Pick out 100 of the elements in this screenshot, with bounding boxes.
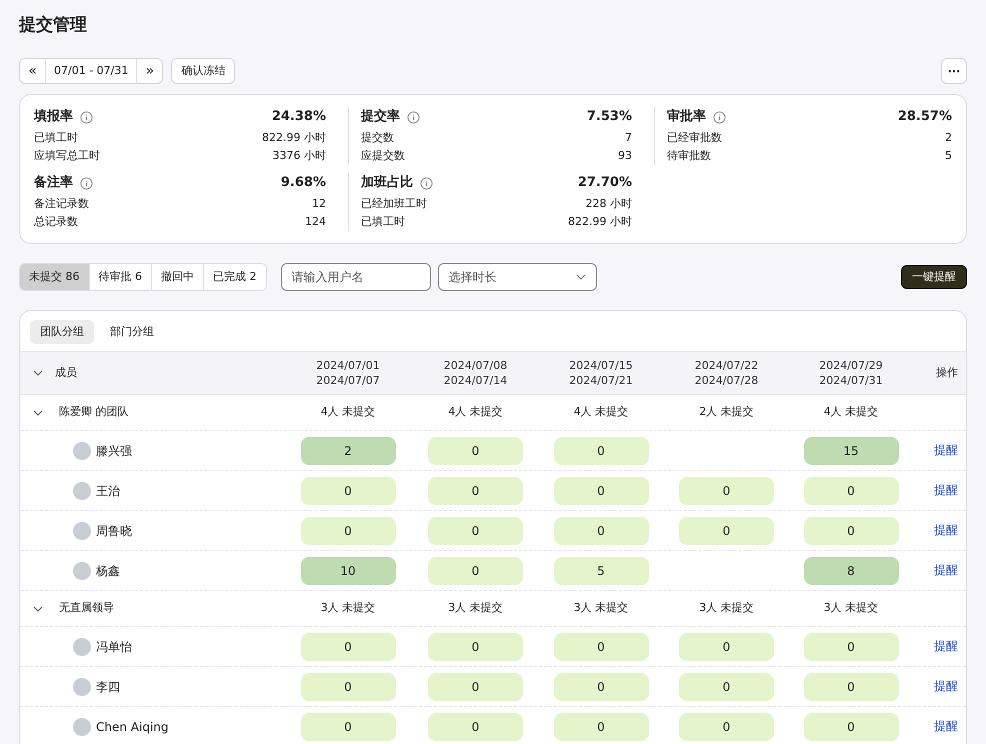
column-header: 操作 [935,364,959,381]
stat-number: 12 [312,196,326,212]
stat-label: 提交数 [361,130,394,146]
avatar [73,522,91,540]
hours-pill: 0 [679,712,774,740]
member-name: 周鲁晓 [96,522,132,540]
status-tab[interactable]: 已完成 2 [203,264,266,290]
chevron-down-icon[interactable] [33,606,43,612]
hours-pill: 0 [554,632,648,660]
stat-title: 填报率 [34,108,73,126]
stat-number: 822.99 小时 [262,130,326,146]
hours-pill: 0 [428,476,523,504]
stat-number: 3376 小时 [272,148,326,164]
remind-link[interactable]: 提醒 [934,719,958,734]
pending-count: 3人 未提交 [320,600,376,616]
hours-pill: 0 [554,436,648,464]
column-header: 2024/07/29 2024/07/31 [819,358,883,388]
chevron-down-icon[interactable] [33,410,43,416]
stat-number: 93 [618,148,632,164]
hours-pill: 0 [300,516,396,544]
hours-pill: 2 [300,436,396,464]
column-header: 2024/07/15 2024/07/21 [569,358,633,388]
stat-title: 加班占比 [361,174,413,192]
remind-link[interactable]: 提醒 [934,443,958,458]
stat-number: 2 [945,130,952,146]
hours-pill: 0 [804,712,898,740]
stat-label: 应填写总工时 [34,148,100,164]
member-name: 李四 [96,678,120,696]
member-name: 王治 [96,482,120,500]
stat-title: 提交率 [361,108,400,126]
hours-pill: 0 [804,516,898,544]
member-name: Chen Aiqing [96,718,169,736]
stat-value: 28.57% [898,108,952,126]
stat-value: 24.38% [272,108,326,126]
stat-label: 备注记录数 [34,196,89,212]
stat-value: 27.70% [578,174,632,192]
date-range-picker[interactable]: « 07/01 - 07/31 » [19,58,164,84]
group-tab[interactable]: 团队分组 [30,320,94,344]
hours-pill: 15 [804,436,898,464]
remind-link[interactable]: 提醒 [934,679,958,694]
stat-label: 待审批数 [667,148,711,164]
hours-pill: 0 [679,672,774,700]
hours-pill: 0 [428,672,523,700]
avatar [73,678,91,696]
stat-label: 应提交数 [361,148,405,164]
chevron-down-icon[interactable] [33,370,43,376]
search-field[interactable]: 请输入用户名 [280,263,430,291]
member-name: 滕兴强 [96,442,132,460]
hours-pill: 0 [428,712,523,740]
hours-pill: 0 [428,632,523,660]
hours-pill: 5 [554,556,648,584]
avatar [73,482,91,500]
hours-pill: 0 [554,672,648,700]
hours-pill: 0 [428,436,523,464]
stat-value: 7.53% [586,108,632,126]
duration-select[interactable]: 选择时长 [438,263,596,291]
hours-pill: 0 [804,476,898,504]
column-header: 2024/07/22 2024/07/28 [694,358,758,388]
group-tab[interactable]: 部门分组 [100,320,164,344]
pending-count: 2人 未提交 [699,404,754,420]
previous-button[interactable]: « [20,59,46,83]
stat-title: 备注率 [34,174,73,192]
hours-pill: 0 [300,476,396,504]
column-header: 2024/07/08 2024/07/14 [444,358,508,388]
hours-pill: 0 [300,712,396,740]
stat-title: 审批率 [667,108,706,126]
group-name: 无直属领导 [59,600,114,616]
stat-number: 124 [305,214,326,230]
column-header: 2024/07/01 2024/07/07 [316,358,380,388]
remind-link[interactable]: 提醒 [934,483,958,498]
remind-link[interactable]: 提醒 [934,639,958,654]
pending-count: 4人 未提交 [448,404,503,420]
chevron-down-icon [576,274,586,280]
info-icon [407,110,420,124]
stat-label: 已填工时 [34,130,78,146]
group-name: 陈爱卿 的团队 [59,404,128,420]
confirm-freeze-button[interactable]: 确认冻结 [171,58,236,84]
status-tab[interactable]: 未提交 86 [20,264,88,290]
hours-pill: 0 [804,672,898,700]
avatar [73,638,91,656]
hours-pill: 0 [554,476,648,504]
remind-link[interactable]: 提醒 [934,563,958,578]
remind-all-button[interactable]: 一键提醒 [901,265,967,289]
next-button[interactable]: » [136,59,162,83]
page-title: 提交管理 [19,14,88,37]
hours-pill: 0 [300,632,396,660]
pending-count: 3人 未提交 [699,600,754,616]
avatar [73,562,91,580]
hours-pill: 0 [428,516,523,544]
hours-pill: 0 [300,672,396,700]
hours-pill: 0 [428,556,523,584]
hours-pill: 0 [554,712,648,740]
more-button[interactable]: ··· [941,58,967,84]
column-header: 成员 [55,364,77,381]
hours-pill: 0 [679,476,774,504]
remind-link[interactable]: 提醒 [934,523,958,538]
pending-count: 4人 未提交 [824,404,878,420]
info-icon [80,110,93,124]
stat-number: 822.99 小时 [568,214,632,230]
pending-count: 3人 未提交 [824,600,878,616]
